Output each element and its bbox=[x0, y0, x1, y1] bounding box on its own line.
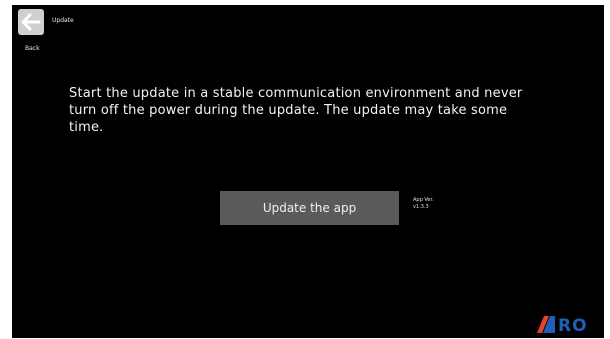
app-screen: Back Update Start the update in a stable… bbox=[12, 5, 604, 338]
page-title: Update bbox=[52, 17, 74, 24]
brand-logo-text: RO bbox=[558, 316, 588, 334]
brand-logo-icon: RO bbox=[537, 316, 588, 336]
app-version-label: App Ver. bbox=[413, 197, 434, 203]
app-version-info: App Ver. v1.3.3 bbox=[413, 197, 434, 211]
update-app-button[interactable]: Update the app bbox=[220, 191, 399, 225]
update-instructions: Start the update in a stable communicati… bbox=[69, 86, 523, 135]
back-button[interactable] bbox=[18, 9, 44, 35]
arrow-left-icon bbox=[21, 13, 41, 31]
brand-logo: RO bbox=[535, 314, 601, 336]
back-label: Back bbox=[25, 45, 40, 52]
app-version-value: v1.3.3 bbox=[413, 204, 429, 210]
